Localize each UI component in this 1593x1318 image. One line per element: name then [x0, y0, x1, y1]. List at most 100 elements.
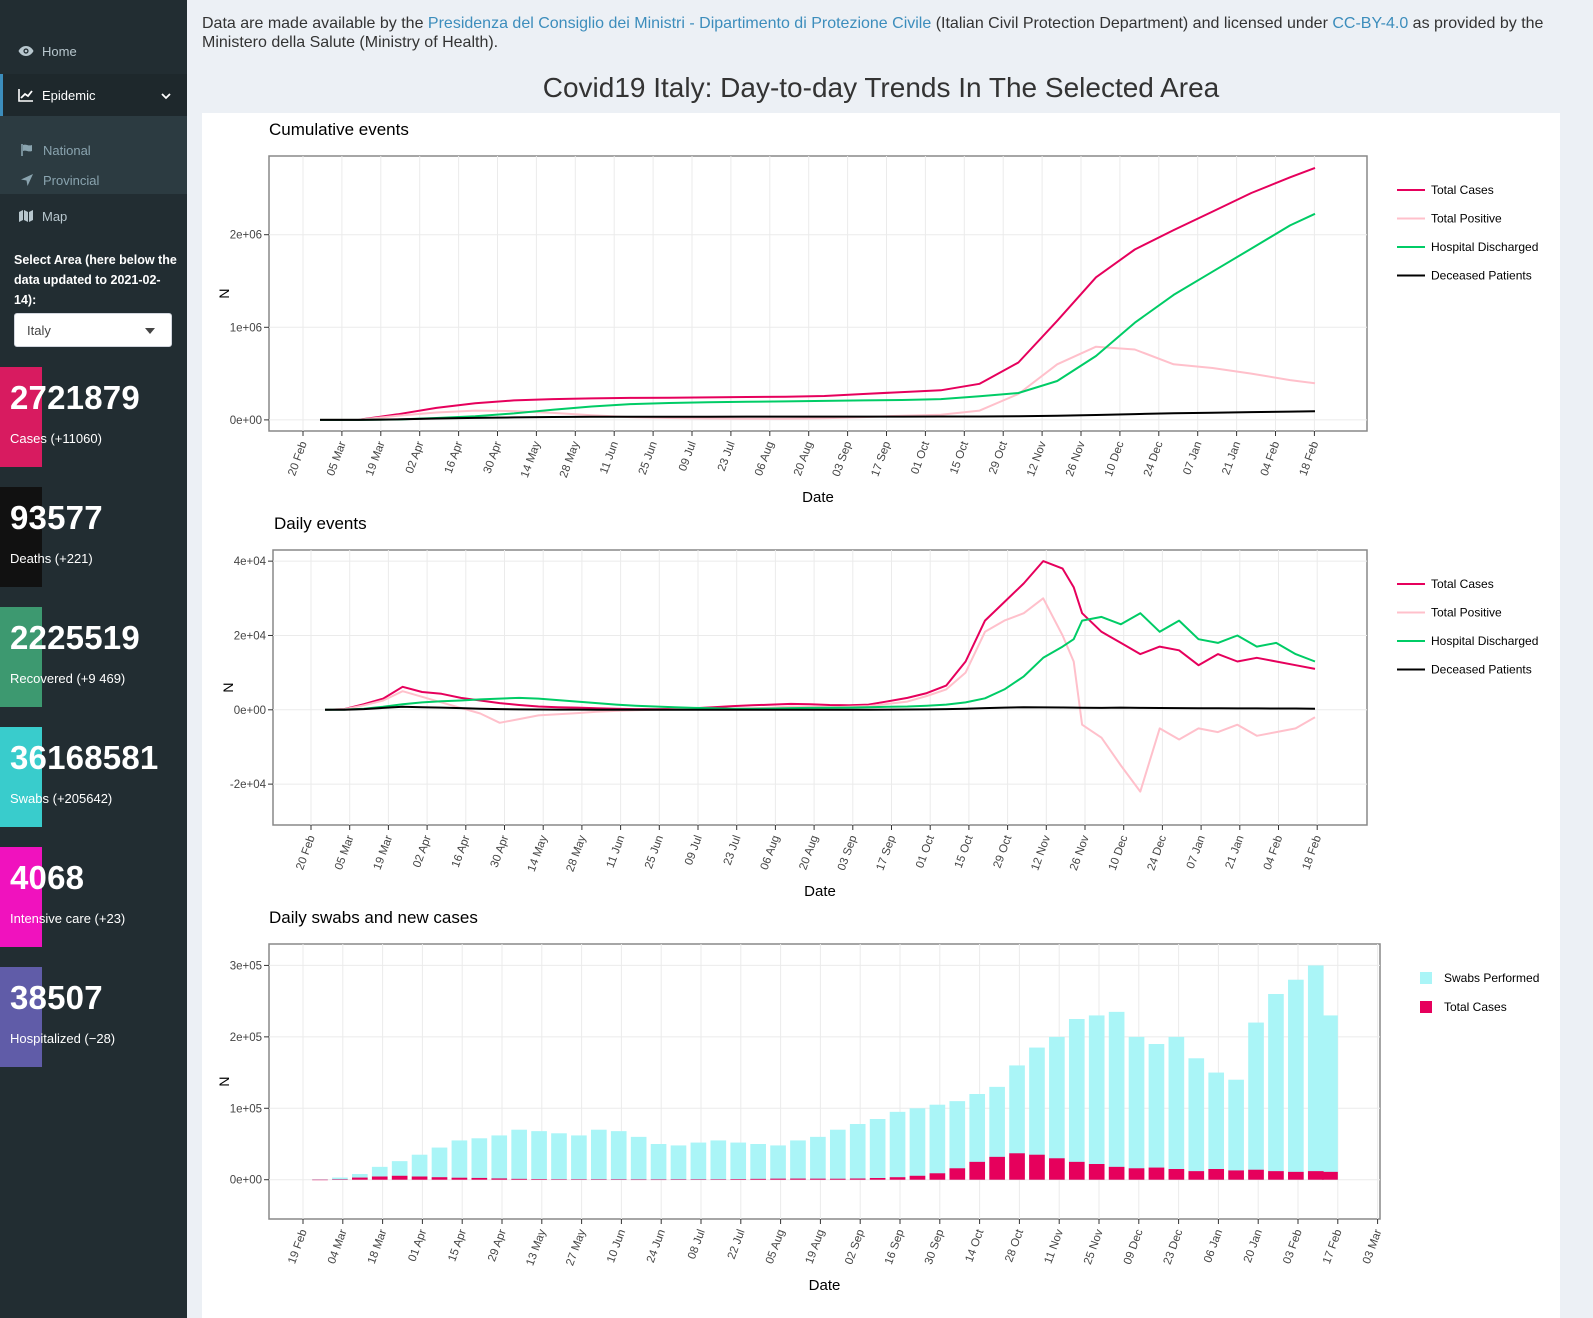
value-box-recovered: 2225519 Recovered (+9 469) — [0, 607, 187, 707]
value-box-label: Deaths (+221) — [10, 551, 93, 566]
x-tick-label: 19 Mar — [364, 440, 388, 478]
bar-total-cases — [1268, 1171, 1284, 1180]
x-tick-label: 07 Jan — [1185, 834, 1208, 871]
bar-swabs-performed — [750, 1144, 766, 1180]
license-link[interactable]: CC-BY-4.0 — [1332, 15, 1408, 32]
nav-epidemic[interactable]: Epidemic — [0, 74, 187, 116]
x-tick-label: 18 Feb — [1298, 440, 1322, 478]
x-tick-label: 27 May — [564, 1228, 588, 1268]
bar-total-cases — [312, 1179, 328, 1181]
x-tick-label: 24 Jun — [645, 1228, 668, 1265]
nav-epidemic-label: Epidemic — [42, 87, 96, 103]
value-box-number: 4068 — [10, 859, 85, 896]
x-tick-label: 15 Apr — [446, 1228, 469, 1264]
value-box-number: 2225519 — [10, 619, 140, 656]
sidebar: Home Epidemic National Provincial Map Se… — [0, 0, 187, 1318]
bar-total-cases — [1188, 1171, 1205, 1180]
bar-total-cases — [352, 1177, 368, 1180]
bar-total-cases — [1128, 1168, 1145, 1180]
bar-total-cases — [1148, 1167, 1165, 1180]
bar-total-cases — [391, 1175, 408, 1180]
bar-total-cases — [571, 1179, 587, 1180]
x-tick-label: 01 Oct — [909, 439, 932, 476]
x-tick-label: 12 Nov — [1025, 440, 1049, 479]
bar-swabs-performed — [511, 1129, 527, 1180]
value-box-intensive-care: 4068 Intensive care (+23) — [0, 847, 187, 947]
bar-swabs-performed — [730, 1142, 747, 1180]
bar-swabs-performed — [491, 1135, 508, 1180]
x-tick-label: 01 Oct — [914, 833, 937, 870]
bar-total-cases — [690, 1179, 707, 1180]
x-tick-label: 06 Aug — [759, 834, 783, 872]
x-tick-label: 17 Sep — [870, 440, 894, 478]
value-box-label: Intensive care (+23) — [10, 911, 126, 926]
bar-total-cases — [590, 1179, 607, 1180]
x-axis-label: Date — [809, 1277, 841, 1294]
nav-national[interactable]: National — [0, 136, 187, 164]
bar-total-cases — [909, 1175, 926, 1180]
bar-swabs-performed — [1148, 1044, 1165, 1180]
x-tick-label: 02 Apr — [411, 834, 434, 870]
x-tick-label: 17 Sep — [875, 834, 899, 872]
bar-total-cases — [411, 1176, 428, 1180]
bar-total-cases — [1228, 1170, 1244, 1180]
nav-provincial[interactable]: Provincial — [0, 166, 187, 194]
x-tick-label: 17 Feb — [1321, 1228, 1345, 1266]
x-tick-label: 25 Jun — [637, 440, 660, 477]
nav-home[interactable]: Home — [0, 31, 187, 71]
x-tick-label: 03 Sep — [836, 834, 860, 872]
x-tick-label: 12 Nov — [1029, 834, 1053, 873]
x-axis-label: Date — [804, 883, 836, 900]
value-box-deaths: 93577 Deaths (+221) — [0, 487, 187, 587]
bar-total-cases — [1088, 1164, 1105, 1180]
y-tick-label: 2e+04 — [234, 630, 267, 642]
x-tick-label: 24 Dec — [1145, 834, 1169, 873]
x-tick-label: 05 Mar — [333, 834, 357, 872]
bar-total-cases — [371, 1176, 388, 1180]
value-box-number: 36168581 — [10, 739, 159, 776]
x-tick-label: 30 Sep — [923, 1228, 947, 1266]
legend-label: Deceased Patients — [1431, 663, 1532, 677]
bar-total-cases — [770, 1178, 786, 1180]
x-tick-label: 26 Nov — [1064, 440, 1088, 479]
x-tick-label: 23 Dec — [1162, 1228, 1186, 1267]
bar-total-cases — [551, 1179, 567, 1180]
bar-total-cases — [989, 1156, 1005, 1180]
x-tick-label: 10 Dec — [1103, 440, 1127, 479]
bar-swabs-performed — [1228, 1079, 1244, 1180]
bar-total-cases — [1029, 1154, 1045, 1180]
protezione-civile-link[interactable]: Presidenza del Consiglio dei Ministri - … — [428, 15, 931, 32]
value-box-cases: 2721879 Cases (+11060) — [0, 367, 187, 467]
data-attribution: Data are made available by the Presidenz… — [202, 14, 1572, 52]
cumulative-events-chart: Cumulative events 20 Feb 05 Mar 19 Mar 02 Ap… — [216, 120, 1538, 506]
x-tick-label: 11 Nov — [1043, 1228, 1067, 1266]
bar-swabs-performed — [670, 1145, 687, 1180]
bar-swabs-performed — [829, 1129, 846, 1180]
bar-swabs-performed — [929, 1104, 946, 1180]
area-select[interactable]: Italy — [14, 313, 172, 347]
bar-total-cases — [1009, 1153, 1025, 1180]
x-tick-label: 11 Jun — [605, 834, 628, 870]
x-tick-label: 04 Mar — [326, 1228, 350, 1266]
bar-total-cases — [471, 1177, 488, 1180]
y-tick-label: 2e+06 — [230, 230, 262, 242]
bar-swabs-performed — [1268, 994, 1284, 1180]
bar-swabs-performed — [810, 1136, 826, 1180]
bar-total-cases — [1248, 1169, 1264, 1180]
bar-swabs-performed — [790, 1140, 806, 1180]
x-tick-label: 06 Aug — [753, 440, 777, 478]
x-tick-label: 06 Jan — [1202, 1228, 1225, 1265]
x-tick-label: 09 Jul — [677, 440, 699, 473]
bar-swabs-performed — [1248, 1022, 1264, 1180]
x-tick-label: 04 Feb — [1262, 834, 1286, 872]
x-tick-label: 19 Mar — [372, 834, 396, 872]
charts-panel: Cumulative events 20 Feb 05 Mar 19 Mar 02 Ap… — [202, 113, 1560, 1318]
x-tick-label: 16 Apr — [443, 440, 466, 476]
x-tick-label: 19 Feb — [286, 1228, 310, 1266]
nav-map[interactable]: Map — [0, 196, 187, 236]
bar-total-cases — [1168, 1169, 1185, 1180]
x-tick-label: 10 Dec — [1107, 834, 1131, 873]
x-tick-label: 25 Jun — [643, 834, 666, 871]
x-tick-label: 26 Nov — [1068, 834, 1092, 873]
bar-total-cases — [790, 1178, 806, 1180]
